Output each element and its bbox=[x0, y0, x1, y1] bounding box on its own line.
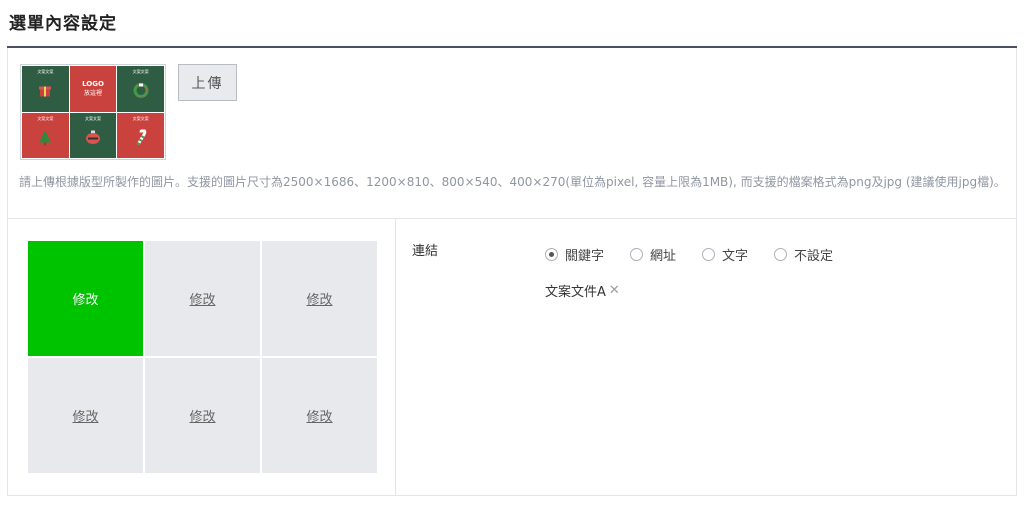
edit-link[interactable]: 修改 bbox=[306, 406, 332, 425]
link-settings-panel: 連結 關鍵字 網址 文字 不設定 文案文件A ✕ bbox=[397, 219, 1016, 495]
radio-url[interactable]: 網址 bbox=[630, 245, 676, 264]
radio-text[interactable]: 文字 bbox=[702, 245, 748, 264]
upload-button[interactable]: 上傳 bbox=[178, 64, 237, 101]
thumbnail-cell: 文案文案 bbox=[69, 112, 117, 158]
thumbnail-cell-label: 文案文案 bbox=[37, 69, 54, 74]
radio-label: 文字 bbox=[722, 249, 749, 264]
menu-content-panel: 文案文案 LOGO 放這裡 文案文案 文案文案 文案文案 文案文案 上傳 請上傳… bbox=[7, 48, 1017, 496]
thumbnail-cell-label: 文案文案 bbox=[132, 69, 149, 74]
page-title: 選單內容設定 bbox=[9, 14, 117, 34]
thumbnail-cell: 文案文案 bbox=[117, 66, 164, 112]
area-cell-2[interactable]: 修改 bbox=[145, 241, 260, 356]
link-type-radio-group: 關鍵字 網址 文字 不設定 bbox=[545, 245, 859, 264]
area-cell-3[interactable]: 修改 bbox=[262, 241, 377, 356]
radio-label: 不設定 bbox=[794, 249, 834, 264]
thumbnail-cell: 文案文案 bbox=[22, 112, 69, 158]
gift-icon bbox=[38, 84, 52, 101]
link-label: 連結 bbox=[412, 244, 439, 259]
radio-label: 關鍵字 bbox=[565, 249, 605, 264]
radio-button[interactable] bbox=[545, 248, 558, 261]
edit-link[interactable]: 修改 bbox=[72, 406, 98, 425]
candy-cane-icon bbox=[134, 128, 148, 148]
area-grid: 修改 修改 修改 修改 修改 修改 bbox=[28, 241, 377, 475]
area-cell-4[interactable]: 修改 bbox=[28, 358, 143, 473]
edit-link[interactable]: 修改 bbox=[189, 289, 215, 308]
upload-section: 文案文案 LOGO 放這裡 文案文案 文案文案 文案文案 文案文案 上傳 請上傳… bbox=[8, 48, 1016, 219]
ornament-icon bbox=[85, 130, 101, 147]
close-icon[interactable]: ✕ bbox=[609, 283, 620, 298]
edit-link[interactable]: 修改 bbox=[306, 289, 332, 308]
selected-keyword-tag: 文案文件A ✕ bbox=[545, 281, 620, 300]
area-cell-6[interactable]: 修改 bbox=[262, 358, 377, 473]
area-cell-5[interactable]: 修改 bbox=[145, 358, 260, 473]
thumbnail-logo-cell: LOGO 放這裡 bbox=[69, 66, 117, 112]
tag-text: 文案文件A bbox=[545, 285, 606, 300]
layout-thumbnail: 文案文案 LOGO 放這裡 文案文案 文案文案 文案文案 文案文案 bbox=[20, 64, 166, 160]
thumbnail-cell-label: 文案文案 bbox=[132, 115, 149, 121]
upload-instructions: 請上傳根據版型所製作的圖片。支援的圖片尺寸為2500×1686、1200×810… bbox=[19, 175, 1006, 189]
radio-keyword[interactable]: 關鍵字 bbox=[545, 245, 604, 264]
radio-button[interactable] bbox=[774, 248, 788, 261]
tree-icon bbox=[38, 129, 52, 148]
radio-none[interactable]: 不設定 bbox=[774, 245, 833, 264]
radio-button[interactable] bbox=[702, 248, 716, 261]
edit-link[interactable]: 修改 bbox=[72, 289, 98, 308]
logo-text: LOGO bbox=[82, 80, 104, 88]
area-grid-panel: 修改 修改 修改 修改 修改 修改 bbox=[8, 219, 396, 495]
thumbnail-cell: 文案文案 bbox=[117, 112, 164, 158]
radio-button[interactable] bbox=[630, 248, 644, 261]
area-cell-1[interactable]: 修改 bbox=[28, 241, 143, 356]
wreath-icon bbox=[133, 83, 149, 102]
logo-subtext: 放這裡 bbox=[83, 90, 102, 97]
edit-link[interactable]: 修改 bbox=[189, 406, 215, 425]
thumbnail-cell: 文案文案 bbox=[22, 66, 69, 112]
menu-editor: 修改 修改 修改 修改 修改 修改 連結 關鍵字 網址 文字 不設定 文案文件A… bbox=[8, 219, 1016, 495]
thumbnail-cell-label: 文案文案 bbox=[84, 115, 101, 121]
radio-label: 網址 bbox=[650, 249, 677, 264]
thumbnail-cell-label: 文案文案 bbox=[37, 115, 54, 121]
